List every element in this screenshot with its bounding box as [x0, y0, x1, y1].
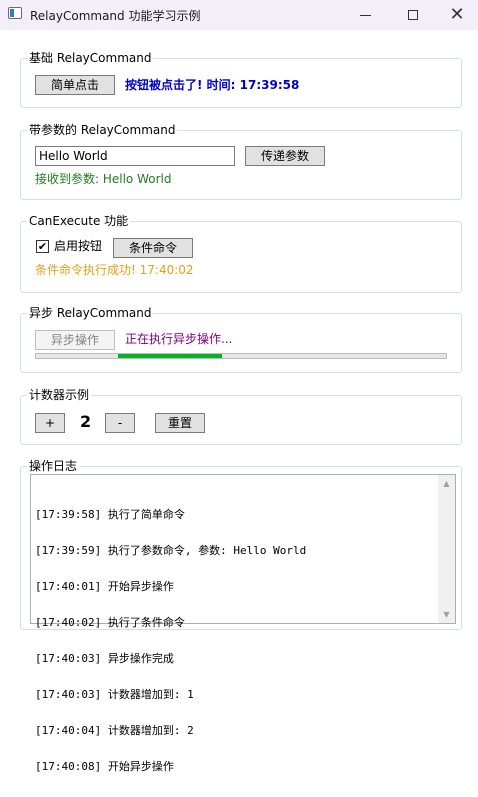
async-group-header: 异步 RelayCommand [27, 305, 154, 321]
counter-value: 2 [80, 412, 92, 431]
async-progress-indicator [118, 354, 222, 358]
param-group-header: 带参数的 RelayCommand [27, 122, 178, 138]
async-progress-bar [35, 353, 447, 359]
basic-status-text: 按钮被点击了! 时间: 17:39:58 [125, 78, 300, 92]
window-app-icon [8, 7, 22, 19]
enable-checkbox[interactable]: ✔ [36, 240, 49, 253]
log-scrollbar[interactable]: ▲ ▼ [438, 475, 455, 623]
log-line: [17:39:58] 执行了简单命令 [35, 508, 185, 521]
log-line: [17:40:04] 计数器增加到: 2 [35, 724, 194, 737]
close-button[interactable]: ✕ [434, 0, 478, 30]
log-line: [17:40:03] 计数器增加到: 1 [35, 688, 194, 701]
canexecute-status-text: 条件命令执行成功! 17:40:02 [35, 263, 194, 277]
log-line: [17:39:59] 执行了参数命令, 参数: Hello World [35, 544, 307, 557]
log-line: [17:40:01] 开始异步操作 [35, 580, 174, 593]
log-textbox[interactable]: [17:39:58] 执行了简单命令 [17:39:59] 执行了参数命令, 参… [30, 474, 456, 773]
log-line: [17:40:02] 执行了条件命令 [35, 616, 185, 629]
counter-plus-button[interactable]: + [35, 413, 65, 433]
maximize-icon [408, 10, 418, 20]
minimize-icon [359, 14, 371, 16]
scroll-down-icon[interactable]: ▼ [438, 606, 455, 623]
counter-reset-button[interactable]: 重置 [155, 413, 205, 433]
canexecute-group: CanExecute 功能 [20, 213, 462, 293]
log-line: [17:40:03] 异步操作完成 [35, 652, 174, 665]
canexecute-group-header: CanExecute 功能 [27, 213, 131, 229]
conditional-command-button[interactable]: 条件命令 [113, 238, 193, 258]
counter-minus-button[interactable]: - [105, 413, 135, 433]
window-title: RelayCommand 功能学习示例 [30, 9, 201, 23]
basic-group-header: 基础 RelayCommand [27, 50, 154, 66]
log-line: [17:40:08] 开始异步操作 [35, 760, 174, 773]
async-operation-button[interactable]: 异步操作 [35, 330, 115, 350]
maximize-button[interactable] [390, 0, 436, 30]
minimize-button[interactable] [342, 0, 388, 30]
pass-param-button[interactable]: 传递参数 [245, 146, 325, 166]
log-lines: [17:39:58] 执行了简单命令 [17:39:59] 执行了参数命令, 参… [35, 485, 306, 797]
close-icon: ✕ [449, 4, 465, 25]
counter-group-header: 计数器示例 [27, 387, 92, 403]
simple-click-button[interactable]: 简单点击 [35, 75, 115, 95]
async-status-text: 正在执行异步操作... [125, 332, 233, 346]
param-input[interactable]: Hello World [35, 146, 235, 166]
log-group-header: 操作日志 [27, 458, 80, 474]
param-status-text: 接收到参数: Hello World [35, 172, 172, 186]
title-bar: RelayCommand 功能学习示例 ✕ [0, 0, 478, 30]
enable-checkbox-label[interactable]: 启用按钮 [54, 238, 102, 254]
check-mark-icon: ✔ [37, 240, 48, 253]
scroll-up-icon[interactable]: ▲ [438, 475, 455, 492]
